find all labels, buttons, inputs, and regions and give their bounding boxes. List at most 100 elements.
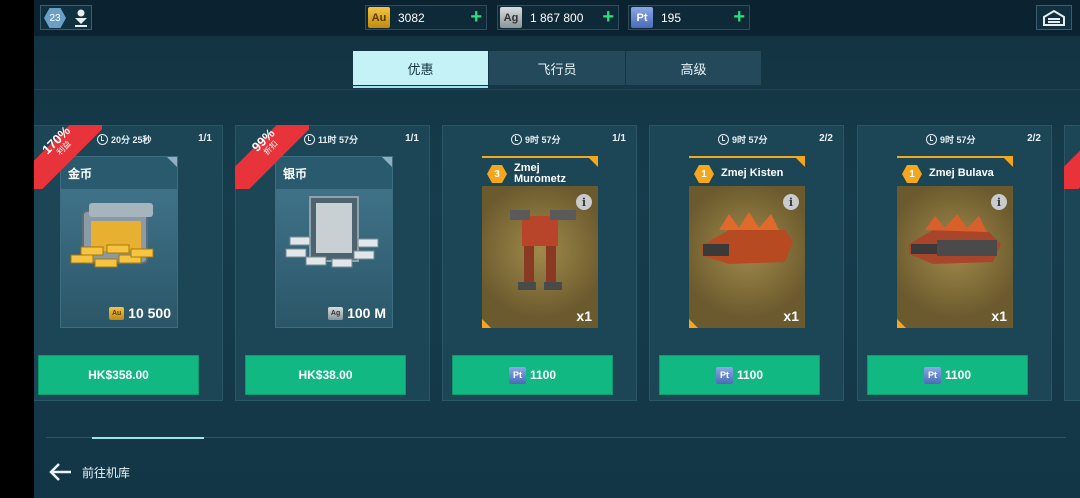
- offer-count: 2/2: [819, 133, 833, 144]
- timer-text: 9时 57分: [940, 135, 976, 145]
- item-level-icon: 1: [694, 165, 714, 183]
- price-text: HK$38.00: [298, 368, 353, 382]
- tab-pilots[interactable]: 飞行员: [489, 51, 625, 85]
- offer-card-gold[interactable]: 20分 25秒 1/1 金币 Au 10 500 170% 利益 HK$358.…: [34, 125, 223, 401]
- gold-pile-image: Au 10 500: [61, 189, 177, 327]
- buy-button[interactable]: Pt 1100: [452, 355, 613, 395]
- silver-amount: 1 867 800: [530, 11, 584, 25]
- platinum-icon: Pt: [923, 366, 941, 384]
- back-to-garage-button[interactable]: 前往机库: [48, 458, 130, 486]
- platinum-amount: 195: [661, 11, 682, 25]
- add-gold-button[interactable]: +: [470, 6, 482, 28]
- arrow-left-icon: [49, 463, 71, 481]
- gold-currency: Au 3082 +: [365, 5, 487, 30]
- price-text: HK$358.00: [88, 368, 149, 382]
- pack-amount: Au 10 500: [109, 305, 171, 321]
- timer-text: 9时 57分: [732, 135, 768, 145]
- offer-timer: 20分 25秒: [97, 133, 152, 146]
- timer-text: 11时 57分: [318, 135, 359, 145]
- discount-ribbon: 99% 折扣: [235, 125, 309, 189]
- offer-count: 1/1: [612, 133, 626, 144]
- item-quantity: x1: [991, 308, 1007, 324]
- offer-timer: 9时 57分: [718, 133, 768, 146]
- price-text: 1100: [529, 368, 557, 382]
- item-header: 3 Zmej Murometz: [482, 156, 598, 186]
- clock-icon: [926, 134, 937, 145]
- gold-icon: Au: [368, 7, 390, 28]
- platinum-icon: Pt: [715, 366, 733, 384]
- pack-amount: Ag 100 M: [328, 305, 386, 321]
- offer-timer: 9时 57分: [926, 133, 976, 146]
- price-text: 1100: [944, 368, 972, 382]
- item-header: 1 Zmej Bulava: [897, 156, 1013, 186]
- ribbon-percent: 9: [1071, 125, 1080, 164]
- scroll-indicator[interactable]: [92, 437, 204, 439]
- corner-marker: [1004, 158, 1013, 167]
- player-level-button[interactable]: 23: [40, 5, 92, 30]
- silver-currency: Ag 1 867 800 +: [497, 5, 619, 30]
- corner-marker: [382, 157, 392, 167]
- gold-icon: Au: [109, 306, 125, 320]
- offer-card-silver[interactable]: 11时 57分 1/1 银币 Ag 100 M 99% 折扣 HK$38.00: [235, 125, 430, 401]
- item-header: 1 Zmej Kisten: [689, 156, 805, 186]
- silver-icon: Ag: [328, 306, 344, 320]
- corner-marker: [167, 157, 177, 167]
- tab-indicator: [353, 86, 488, 88]
- offer-count: 1/1: [405, 133, 419, 144]
- buy-button[interactable]: HK$358.00: [38, 355, 199, 395]
- info-icon[interactable]: i: [576, 194, 592, 210]
- gold-amount: 3082: [398, 11, 425, 25]
- garage-button[interactable]: [1036, 5, 1072, 30]
- buy-button[interactable]: Pt 1100: [659, 355, 820, 395]
- item-name: Zmej Bulava: [929, 167, 994, 179]
- corner-marker: [796, 158, 805, 167]
- offer-timer: 11时 57分: [304, 133, 358, 146]
- discount-ribbon: 9: [1064, 125, 1080, 189]
- tab-premium[interactable]: 高级: [626, 51, 761, 85]
- clock-icon: [511, 134, 522, 145]
- item-name: Zmej Kisten: [721, 167, 784, 179]
- add-platinum-button[interactable]: +: [733, 6, 745, 28]
- amount-text: 100 M: [347, 305, 386, 321]
- amount-text: 10 500: [128, 305, 171, 321]
- item-level-icon: 3: [487, 165, 507, 183]
- corner-marker: [689, 319, 698, 328]
- robot-item-panel: 3 Zmej Murometz i x1: [482, 156, 598, 328]
- platinum-icon: Pt: [508, 366, 526, 384]
- clock-icon: [718, 134, 729, 145]
- item-level-icon: 1: [902, 165, 922, 183]
- buy-button[interactable]: Pt 1100: [867, 355, 1028, 395]
- silver-pile-image: Ag 100 M: [276, 189, 392, 327]
- item-name: Zmej Murometz: [514, 163, 566, 185]
- level-hex-icon: 23: [44, 8, 66, 28]
- item-name-line2: Murometz: [514, 173, 566, 185]
- corner-marker: [589, 158, 598, 167]
- platinum-icon: Pt: [631, 7, 653, 28]
- weapon-item-panel: 1 Zmej Bulava i x1: [897, 156, 1013, 328]
- offer-card-kisten[interactable]: 9时 57分 2/2 1 Zmej Kisten i x1 Pt 1100: [649, 125, 844, 401]
- add-silver-button[interactable]: +: [602, 6, 614, 28]
- tab-offers[interactable]: 优惠: [353, 51, 488, 85]
- offer-card-murometz[interactable]: 9时 57分 1/1 3 Zmej Murometz i x1 Pt 1100: [442, 125, 637, 401]
- price-text: 1100: [736, 368, 764, 382]
- offer-card-bulava[interactable]: 9时 57分 2/2 1 Zmej Bulava i x1 Pt 1100: [857, 125, 1052, 401]
- offer-card-next[interactable]: 9: [1064, 125, 1080, 401]
- info-icon[interactable]: i: [783, 194, 799, 210]
- offer-timer: 9时 57分: [511, 133, 561, 146]
- garage-icon: [1043, 9, 1065, 26]
- item-quantity: x1: [576, 308, 592, 324]
- item-quantity: x1: [783, 308, 799, 324]
- weapon-item-panel: 1 Zmej Kisten i x1: [689, 156, 805, 328]
- platinum-currency: Pt 195 +: [628, 5, 750, 30]
- buy-button[interactable]: HK$38.00: [245, 355, 406, 395]
- timer-text: 9时 57分: [525, 135, 561, 145]
- bonus-ribbon: 170% 利益: [34, 125, 102, 189]
- corner-marker: [897, 319, 906, 328]
- screen-bezel: [0, 0, 34, 498]
- top-bar: 23 Au 3082 + Ag 1 867 800 + Pt 195 +: [34, 0, 1080, 36]
- corner-marker: [482, 319, 491, 328]
- divider: [34, 89, 1080, 90]
- offer-count: 1/1: [198, 133, 212, 144]
- silver-icon: Ag: [500, 7, 522, 28]
- info-icon[interactable]: i: [991, 194, 1007, 210]
